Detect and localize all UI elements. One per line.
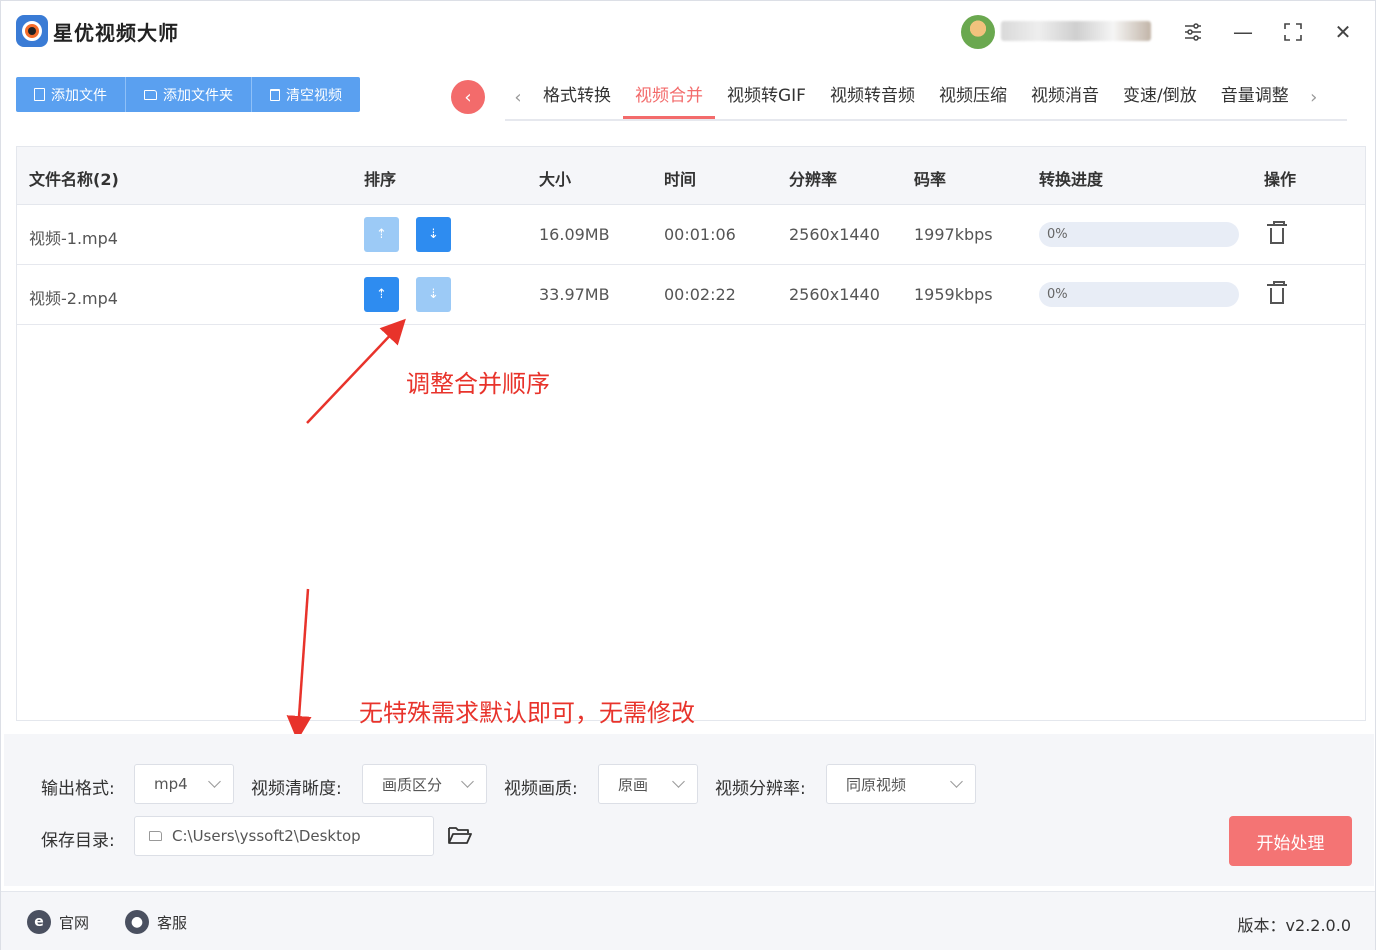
version-label: 版本：v2.2.0.0: [1237, 916, 1351, 935]
start-processing-button[interactable]: 开始处理: [1229, 816, 1352, 866]
tabs-prev-arrow-icon[interactable]: ‹: [505, 87, 531, 108]
col-progress: 转换进度: [1039, 170, 1104, 189]
file-bitrate: 1997kbps: [914, 225, 993, 244]
chevron-down-icon: [950, 775, 963, 788]
add-file-button[interactable]: 添加文件: [16, 77, 126, 112]
progress-bar: 0%: [1039, 222, 1239, 247]
maximize-button[interactable]: [1278, 17, 1308, 47]
clear-videos-button[interactable]: 清空视频: [252, 77, 360, 112]
move-up-button[interactable]: ⇡: [364, 277, 399, 312]
file-size: 33.97MB: [539, 285, 610, 304]
user-avatar[interactable]: [961, 15, 995, 49]
tabs-next-arrow-icon[interactable]: ›: [1301, 87, 1327, 108]
add-folder-button[interactable]: 添加文件夹: [126, 77, 252, 112]
resolution-label: 视频分辨率:: [715, 779, 806, 799]
folder-icon: [144, 89, 157, 100]
app-window: 星优视频大师 — ✕ 添加文件 添加文件夹 清空视频 ‹ ‹ 格式转换 视频合并: [0, 0, 1376, 950]
progress-bar: 0%: [1039, 282, 1239, 307]
tab-video-merge[interactable]: 视频合并: [623, 75, 715, 119]
col-size: 大小: [539, 170, 572, 189]
quality-label: 视频画质:: [504, 779, 578, 799]
save-dir-label: 保存目录:: [41, 831, 115, 851]
move-down-button[interactable]: ⇣: [416, 277, 451, 312]
arrow-down-icon: ⇣: [428, 227, 439, 242]
arrow-up-icon: ⇡: [376, 227, 387, 242]
tab-video-mute[interactable]: 视频消音: [1019, 75, 1111, 119]
clarity-label: 视频清晰度:: [251, 779, 342, 799]
folder-open-icon[interactable]: [448, 826, 472, 845]
website-label: 官网: [59, 913, 90, 932]
save-dir-value: C:\Users\yssoft2\Desktop: [172, 827, 361, 845]
chat-icon: ●: [125, 910, 149, 934]
file-name: 视频-1.mp4: [29, 229, 118, 248]
table-row[interactable]: 视频-2.mp4 ⇡ ⇣ 33.97MB 00:02:22 2560x1440 …: [17, 265, 1365, 325]
close-button[interactable]: ✕: [1328, 17, 1358, 47]
back-button[interactable]: ‹: [451, 80, 485, 114]
app-title: 星优视频大师: [53, 21, 179, 45]
file-table: 文件名称(2) 排序 大小 时间 分辨率 码率 转换进度 操作 视频-1.mp4…: [16, 146, 1366, 721]
browser-icon: e: [27, 910, 51, 934]
file-toolbar: 添加文件 添加文件夹 清空视频: [16, 77, 360, 112]
delete-icon[interactable]: [1267, 281, 1287, 306]
resolution-select[interactable]: 同原视频: [826, 764, 976, 804]
support-label: 客服: [157, 913, 188, 932]
col-bitrate: 码率: [914, 170, 947, 189]
chevron-down-icon: [461, 775, 474, 788]
file-resolution: 2560x1440: [789, 225, 880, 244]
col-actions: 操作: [1264, 170, 1297, 189]
col-resolution: 分辨率: [789, 170, 838, 189]
add-file-label: 添加文件: [51, 87, 107, 104]
arrow-up-icon: ⇡: [376, 287, 387, 302]
quality-value: 原画: [618, 775, 649, 794]
col-filename: 文件名称(2): [29, 170, 119, 189]
status-bar: e 官网 ● 客服 版本：v2.2.0.0: [1, 891, 1375, 950]
add-folder-label: 添加文件夹: [163, 87, 233, 104]
user-name-blurred[interactable]: [1001, 21, 1151, 41]
tab-volume-adjust[interactable]: 音量调整: [1209, 75, 1301, 119]
chevron-down-icon: [208, 775, 221, 788]
title-bar: 星优视频大师 — ✕: [1, 1, 1375, 63]
save-dir-input[interactable]: C:\Users\yssoft2\Desktop: [134, 816, 434, 856]
quality-select[interactable]: 原画: [598, 764, 698, 804]
arrow-down-icon: ⇣: [428, 287, 439, 302]
website-link[interactable]: e 官网: [27, 910, 89, 934]
support-link[interactable]: ● 客服: [125, 910, 187, 934]
table-header: 文件名称(2) 排序 大小 时间 分辨率 码率 转换进度 操作: [17, 147, 1365, 205]
settings-annotation: 无特殊需求默认即可，无需修改: [359, 699, 695, 727]
file-name: 视频-2.mp4: [29, 289, 118, 308]
col-time: 时间: [664, 170, 697, 189]
delete-icon[interactable]: [1267, 221, 1287, 246]
file-icon: [34, 88, 45, 101]
tab-video-to-audio[interactable]: 视频转音频: [818, 75, 927, 119]
output-format-label: 输出格式:: [41, 779, 115, 799]
output-format-select[interactable]: mp4: [134, 764, 234, 804]
clear-videos-label: 清空视频: [286, 87, 342, 104]
clarity-value: 画质区分: [382, 775, 443, 794]
table-row[interactable]: 视频-1.mp4 ⇡ ⇣ 16.09MB 00:01:06 2560x1440 …: [17, 205, 1365, 265]
folder-icon: [149, 831, 162, 841]
resolution-value: 同原视频: [846, 775, 907, 794]
sliders-icon[interactable]: [1178, 17, 1208, 47]
minimize-button[interactable]: —: [1228, 17, 1258, 47]
move-up-button[interactable]: ⇡: [364, 217, 399, 252]
app-logo-icon: [16, 15, 48, 47]
tab-speed-reverse[interactable]: 变速/倒放: [1111, 75, 1209, 119]
output-format-value: mp4: [154, 775, 188, 793]
file-size: 16.09MB: [539, 225, 610, 244]
file-bitrate: 1959kbps: [914, 285, 993, 304]
col-order: 排序: [364, 170, 397, 189]
output-settings: 输出格式: mp4 视频清晰度: 画质区分 视频画质: 原画 视频分辨率: 同原…: [4, 734, 1374, 886]
move-down-button[interactable]: ⇣: [416, 217, 451, 252]
tab-format-convert[interactable]: 格式转换: [531, 75, 623, 119]
trash-icon: [270, 88, 280, 101]
file-resolution: 2560x1440: [789, 285, 880, 304]
order-annotation: 调整合并顺序: [406, 370, 550, 398]
tab-video-to-gif[interactable]: 视频转GIF: [715, 75, 818, 119]
tab-video-compress[interactable]: 视频压缩: [927, 75, 1019, 119]
chevron-down-icon: [672, 775, 685, 788]
file-duration: 00:02:22: [664, 285, 736, 304]
feature-tabs: ‹ 格式转换 视频合并 视频转GIF 视频转音频 视频压缩 视频消音 变速/倒放…: [505, 75, 1347, 121]
file-duration: 00:01:06: [664, 225, 736, 244]
clarity-select[interactable]: 画质区分: [362, 764, 487, 804]
